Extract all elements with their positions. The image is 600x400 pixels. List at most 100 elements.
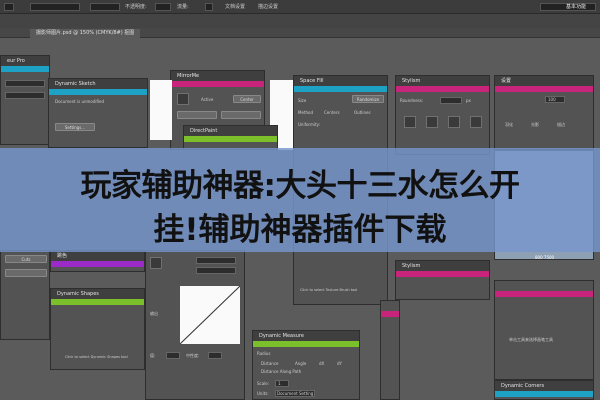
dynamic-measure-title: Dynamic Measure [253, 331, 359, 341]
panel-pro-bar [1, 66, 49, 72]
curves-opt1: 值: [150, 353, 156, 358]
dynamic-corners-bar [495, 391, 593, 397]
mirrorme-center-button[interactable]: Center [233, 95, 261, 103]
outlines-option[interactable]: Outlines [354, 110, 371, 115]
uniformity-label: Uniformity: [298, 122, 321, 127]
mirrorme-active-label[interactable]: Active [201, 97, 213, 102]
curves-graph[interactable] [180, 286, 240, 344]
space-fill-size-label: Size [298, 98, 307, 103]
narrow-panel [380, 300, 400, 400]
brush-size-field[interactable] [30, 3, 80, 11]
dynamic-sketch-title: Dynamic Sketch [49, 79, 147, 89]
centers-option[interactable]: Centers [324, 110, 340, 115]
curves-field-2[interactable] [196, 267, 236, 274]
document-tab[interactable]: 摄影师图片.psd @ 150% (CMYK/8#) 抠图 [30, 29, 141, 38]
ps-name-2: 光影 [531, 122, 539, 127]
scale-value: 1 [278, 381, 281, 386]
directpaint-bar [184, 136, 277, 142]
opacity-field[interactable] [155, 3, 171, 11]
left-lower-button[interactable] [5, 269, 47, 277]
right-lower-hint: 单击工具来选择画笔工具 [509, 337, 553, 342]
scale-label: Scale: [257, 381, 270, 386]
texture-value: 800 7500 [535, 255, 555, 260]
flow-label: 流量: [177, 4, 189, 10]
curves-eyedropper-icon[interactable] [150, 257, 162, 269]
curves-opt1-field[interactable] [166, 352, 180, 359]
narrow-panel-bar [381, 311, 399, 317]
right-lower-panel: 单击工具来选择画笔工具 [494, 280, 594, 380]
ps-settings-panel: 设置 100 羽化 光影 描边 [494, 75, 594, 150]
dynamic-shapes-title: Dynamic Shapes [51, 289, 144, 299]
style-icon-4[interactable] [470, 116, 482, 128]
menu-bar [0, 14, 600, 28]
distance-along-path-option[interactable]: Distance Along Path [261, 369, 301, 374]
workspace-label[interactable]: 基本功能 [566, 3, 586, 11]
mirror-icon[interactable] [177, 93, 189, 105]
jump-color-title: 跳色 [51, 251, 144, 261]
banner-title-line-2: 挂!辅助神器插件下载 [153, 212, 447, 248]
stylism-lower-title: Stylism [396, 261, 489, 271]
distance-option[interactable]: Distance [261, 361, 279, 366]
ps-name-3: 描边 [557, 122, 565, 127]
jump-color-panel: 跳色 [50, 250, 145, 272]
stylism-bar [396, 86, 489, 92]
dynamic-measure-bar [253, 341, 359, 347]
mirrorme-button-3[interactable] [221, 111, 261, 119]
stroke-settings-button[interactable]: 描边设置 [258, 3, 278, 11]
doc-settings-button[interactable]: 文档设置 [225, 3, 245, 11]
radius-label: Radius [257, 351, 271, 356]
units-label: Units: [257, 391, 269, 396]
dynamic-shapes-bar [51, 299, 144, 305]
curves-field-1[interactable] [196, 257, 236, 264]
banner-title-line-1: 玩家辅助神器:大头十三水怎么开 [80, 168, 520, 204]
dynamic-measure-panel: Dynamic Measure Radius Distance Angle dX… [252, 330, 360, 400]
roundness-unit: px [466, 98, 471, 103]
dy-option[interactable]: dY [337, 361, 342, 366]
ps-name-1: 羽化 [505, 122, 513, 127]
style-icon-1[interactable] [404, 116, 416, 128]
panel-pro: eur Pro [0, 55, 50, 145]
directpaint-panel: DirectPaint [183, 125, 278, 150]
ps-settings-title: 设置 [495, 76, 593, 86]
mirrorme-bar [171, 81, 264, 87]
units-value: Document Setting [277, 391, 314, 396]
dynamic-shapes-hint: Click to select Dynamic Shapes tool [65, 355, 128, 359]
dynamic-sketch-settings-button[interactable]: Settings... [55, 123, 95, 131]
document-tab-bar: 摄影师图片.psd @ 150% (CMYK/8#) 抠图 [0, 28, 600, 38]
tool-preset-icon[interactable] [4, 3, 14, 11]
curves-opt2-field[interactable] [208, 352, 222, 359]
mirrorme-title: MirrorMe [171, 71, 264, 81]
dx-option[interactable]: dX [319, 361, 324, 366]
mode-select[interactable] [90, 3, 120, 11]
dynamic-shapes-panel: Dynamic Shapes Click to select Dynamic S… [50, 288, 145, 370]
airbrush-icon[interactable] [205, 3, 213, 11]
curves-output-label: 输出 [150, 311, 158, 316]
dynamic-sketch-panel: Dynamic Sketch Document is unmodified Se… [48, 78, 148, 148]
angle-option[interactable]: Angle [295, 361, 306, 366]
mirrorme-button-2[interactable] [177, 111, 217, 119]
cuts-button[interactable]: Cuts [5, 255, 47, 263]
style-icon-2[interactable] [426, 116, 438, 128]
stylism-title: Stylism [396, 76, 489, 86]
space-fill-title: Space Fill [294, 76, 387, 86]
right-lower-bar [495, 291, 593, 297]
panel-pro-field-2[interactable] [5, 92, 45, 99]
options-bar: 不透明度: 流量: 文档设置 描边设置 基本功能 [0, 0, 600, 14]
ps-percent-value: 100 [548, 97, 556, 102]
roundness-field[interactable] [440, 97, 462, 104]
curve-line [180, 286, 240, 344]
texture-brush-hint: Click to select Texture Brush tool [300, 288, 358, 292]
jump-color-bar [51, 261, 144, 267]
opacity-label: 不透明度: [125, 4, 147, 10]
stylism-lower-bar [396, 271, 489, 277]
style-icon-3[interactable] [448, 116, 460, 128]
panel-pro-field[interactable] [5, 80, 45, 87]
dynamic-sketch-doc-text: Document is unmodified [55, 99, 105, 104]
dynamic-corners-title: Dynamic Corners [495, 381, 593, 391]
roundness-label: Roundness: [400, 98, 424, 103]
dynamic-corners-panel: Dynamic Corners [494, 380, 594, 400]
stylism-lower-panel: Stylism [395, 260, 490, 300]
stylism-panel: Stylism Roundness: px [395, 75, 490, 155]
curves-opt2: 中性度: [186, 353, 200, 358]
randomize-button[interactable]: Randomize [352, 95, 384, 103]
